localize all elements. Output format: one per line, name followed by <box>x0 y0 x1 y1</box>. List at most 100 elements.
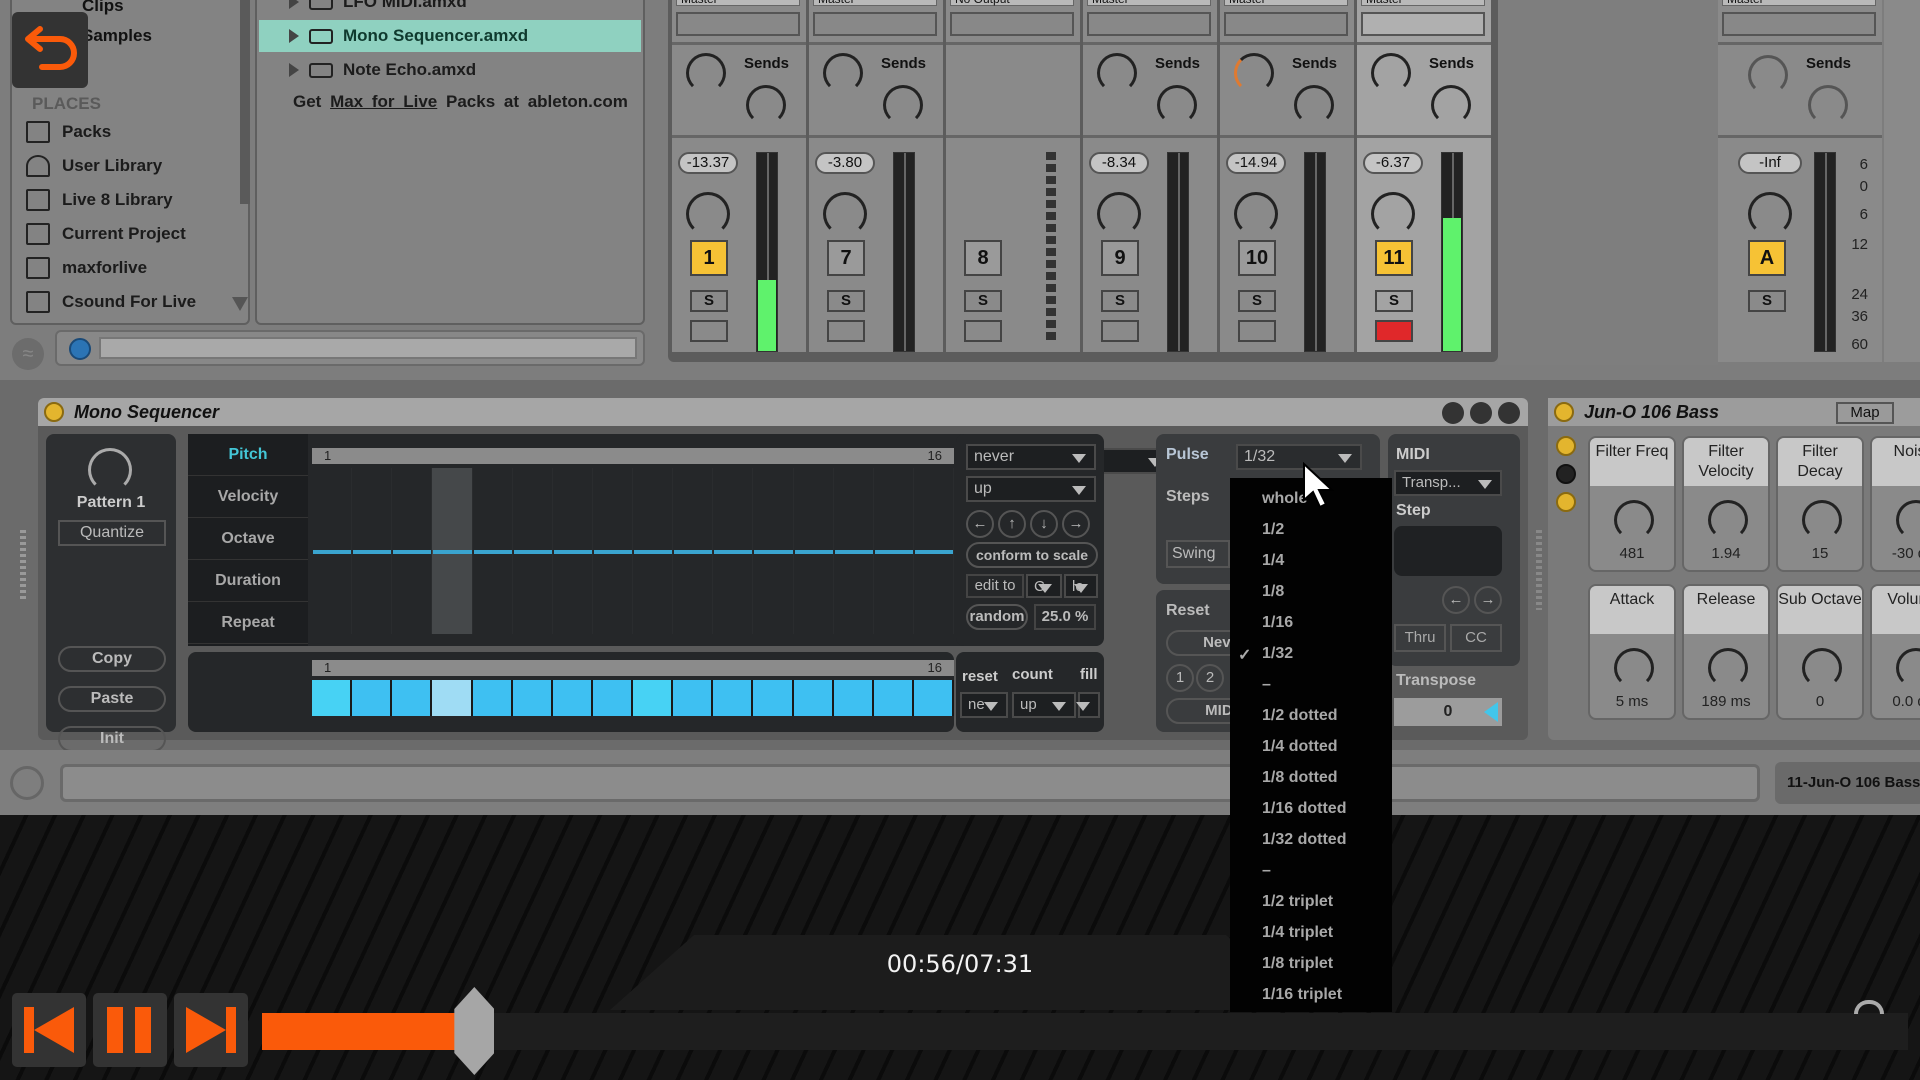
send-b-knob[interactable] <box>1431 85 1471 125</box>
pitch-bar[interactable] <box>393 550 432 554</box>
loop-ruler[interactable]: 1 16 <box>312 448 954 464</box>
step-toggle[interactable] <box>552 680 593 716</box>
file-item-selected[interactable]: Mono Sequencer.amxd <box>259 20 641 52</box>
step-toggle[interactable] <box>673 680 714 716</box>
max-for-live-link[interactable]: Max for Live <box>330 92 437 111</box>
macro-knob[interactable] <box>1614 500 1654 540</box>
output-routing[interactable]: Master <box>1722 0 1876 6</box>
menu-item[interactable]: 1/32 ✓ <box>1238 645 1293 664</box>
pitch-bar[interactable] <box>553 550 592 554</box>
send-b-knob[interactable] <box>1294 85 1334 125</box>
seek-bar[interactable] <box>262 1013 1908 1050</box>
send-b-knob[interactable] <box>883 85 923 125</box>
pitch-bar[interactable] <box>353 550 392 554</box>
menu-item[interactable]: 1/8 triplet <box>1262 955 1333 973</box>
record-arm-button[interactable] <box>1375 320 1413 342</box>
send-b-knob[interactable] <box>746 85 786 125</box>
menu-item[interactable]: 1/4 triplet <box>1262 924 1333 942</box>
cc-button[interactable]: CC <box>1450 624 1502 652</box>
send-a-knob[interactable] <box>823 53 863 93</box>
pitch-bar[interactable] <box>513 550 552 554</box>
track-activator[interactable]: 7 <box>827 240 865 276</box>
hot-swap-icon[interactable] <box>1442 402 1464 424</box>
pan-knob[interactable] <box>1748 192 1792 236</box>
menu-item[interactable]: 1/2 triplet <box>1262 893 1333 911</box>
macro-knob[interactable] <box>1614 648 1654 688</box>
rack-list-icon[interactable] <box>1556 464 1576 484</box>
step-toggle[interactable] <box>633 680 674 716</box>
record-arm-button[interactable] <box>964 320 1002 342</box>
range-dropdown[interactable]: lo <box>1064 574 1098 598</box>
record-arm-button[interactable] <box>827 320 865 342</box>
device-power-icon[interactable] <box>1554 402 1574 422</box>
volume-value[interactable]: -14.94 <box>1226 152 1286 174</box>
pan-knob[interactable] <box>823 192 867 236</box>
pulse-dropdown[interactable]: 1/32 <box>1236 444 1362 470</box>
pitch-bar[interactable] <box>473 550 512 554</box>
menu-item[interactable]: whole <box>1262 490 1307 508</box>
volume-value[interactable]: -3.80 <box>815 152 875 174</box>
solo-button[interactable]: S <box>1101 290 1139 312</box>
step-toggle[interactable] <box>873 680 914 716</box>
random-button[interactable]: random <box>966 604 1028 630</box>
pattern-knob[interactable] <box>88 448 132 492</box>
shift-up-button[interactable]: ↑ <box>998 510 1026 538</box>
track-activator[interactable]: 11 <box>1375 240 1413 276</box>
output-routing[interactable]: Master <box>813 0 937 6</box>
send-a-knob[interactable] <box>1371 53 1411 93</box>
menu-item[interactable]: 1/16 <box>1262 614 1293 632</box>
shift-down-button[interactable]: ↓ <box>1030 510 1058 538</box>
init-button[interactable]: Init <box>58 726 166 752</box>
step-toggle[interactable] <box>833 680 874 716</box>
input-box[interactable] <box>813 12 937 36</box>
menu-item[interactable]: 1/8 dotted <box>1262 769 1338 787</box>
save-icon[interactable] <box>1498 402 1520 424</box>
pan-knob[interactable] <box>1371 192 1415 236</box>
step-toggle[interactable] <box>352 680 393 716</box>
pitch-grid[interactable] <box>312 468 954 634</box>
pitch-bar[interactable] <box>674 550 713 554</box>
conform-to-scale-button[interactable]: conform to scale <box>966 542 1098 568</box>
search-icon[interactable] <box>69 338 91 360</box>
menu-item[interactable]: 1/16 dotted <box>1262 800 1346 818</box>
wave-icon[interactable]: ≈ <box>12 338 44 370</box>
step-toggle[interactable] <box>472 680 513 716</box>
shift-left-button[interactable]: ← <box>966 510 994 538</box>
menu-item[interactable]: 1/8 <box>1262 583 1284 601</box>
step-toggle[interactable] <box>592 680 633 716</box>
browser-item-samples[interactable]: Samples <box>82 26 152 46</box>
track-activator[interactable]: 10 <box>1238 240 1276 276</box>
record-arm-button[interactable] <box>690 320 728 342</box>
volume-value[interactable]: -8.34 <box>1089 152 1149 174</box>
place-maxforlive[interactable]: maxforlive <box>26 253 147 283</box>
output-routing[interactable]: No Output <box>950 0 1074 6</box>
copy-button[interactable]: Copy <box>58 646 166 672</box>
step-prev-button[interactable]: ← <box>1442 586 1470 614</box>
browser-item-clips[interactable]: Clips <box>82 0 124 16</box>
menu-item[interactable]: – <box>1262 862 1271 880</box>
input-box[interactable] <box>676 12 800 36</box>
track-activator[interactable]: 1 <box>690 240 728 276</box>
solo-button[interactable]: S <box>1238 290 1276 312</box>
pan-knob[interactable] <box>1234 192 1278 236</box>
menu-item[interactable]: 1/2 <box>1262 521 1284 539</box>
reset-2-button[interactable]: 2 <box>1196 664 1224 692</box>
volume-value[interactable]: -13.37 <box>678 152 738 174</box>
midi-mode-dropdown[interactable]: Transp... <box>1394 470 1502 496</box>
output-routing[interactable]: Master <box>676 0 800 6</box>
input-box[interactable] <box>1722 12 1876 36</box>
clip-play-icon[interactable] <box>10 766 44 800</box>
step-toggle[interactable] <box>793 680 834 716</box>
output-routing[interactable]: Master <box>1361 0 1485 6</box>
search-input[interactable] <box>99 337 637 359</box>
solo-button[interactable]: S <box>1375 290 1413 312</box>
output-routing[interactable]: Master <box>1087 0 1211 6</box>
macro-knob[interactable] <box>1896 648 1920 688</box>
solo-button[interactable]: S <box>964 290 1002 312</box>
output-routing[interactable]: Master <box>1224 0 1348 6</box>
reset-dropdown[interactable]: ne <box>960 692 1008 718</box>
track-activator[interactable]: A <box>1748 240 1786 276</box>
input-box[interactable] <box>1087 12 1211 36</box>
back-button[interactable] <box>12 12 88 88</box>
pan-knob[interactable] <box>1097 192 1141 236</box>
